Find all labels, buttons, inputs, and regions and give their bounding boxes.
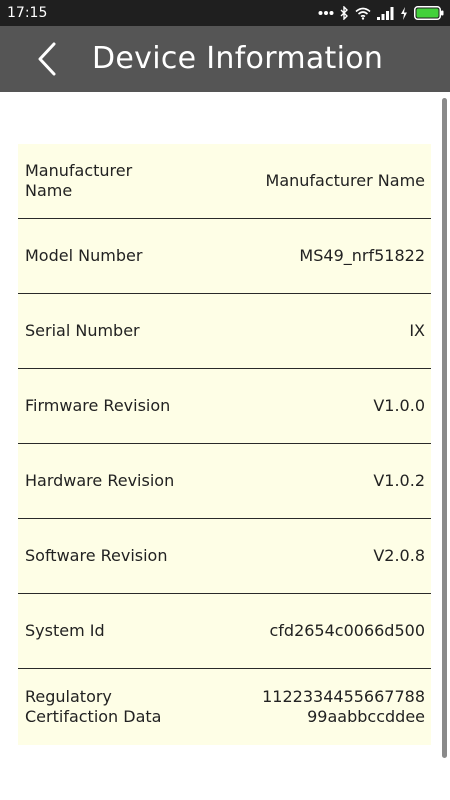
row-value: V1.0.0: [373, 396, 425, 415]
info-row-model-number: Model Number MS49_nrf51822: [18, 219, 431, 294]
signal-icon: [377, 6, 394, 20]
device-info-list: Manufacturer Name Manufacturer Name Mode…: [18, 144, 431, 745]
info-row-software-revision: Software Revision V2.0.8: [18, 519, 431, 594]
chevron-left-icon: [28, 42, 68, 84]
battery-icon: [414, 6, 444, 20]
row-label: System Id: [25, 621, 105, 640]
status-time: 17:15: [7, 5, 48, 21]
row-value: V2.0.8: [373, 546, 425, 565]
row-label: Model Number: [25, 246, 143, 265]
row-label: Software Revision: [25, 546, 168, 565]
more-dots-icon: [318, 10, 334, 16]
row-value: V1.0.2: [373, 471, 425, 490]
row-value: cfd2654c0066d500: [269, 621, 425, 640]
content-area[interactable]: Manufacturer Name Manufacturer Name Mode…: [0, 92, 450, 800]
row-value: MS49_nrf51822: [299, 246, 425, 265]
app-bar: Device Information: [0, 26, 450, 92]
row-label: Firmware Revision: [25, 396, 171, 415]
info-row-firmware-revision: Firmware Revision V1.0.0: [18, 369, 431, 444]
row-label: Regulatory Certifaction Data: [25, 687, 162, 726]
page-title: Device Information: [92, 41, 384, 76]
info-row-hardware-revision: Hardware Revision V1.0.2: [18, 444, 431, 519]
row-label: Hardware Revision: [25, 471, 175, 490]
row-label: Serial Number: [25, 321, 140, 340]
row-value: IX: [409, 321, 425, 340]
row-value: 1122334455667788 99aabbccddee: [262, 687, 425, 726]
info-row-serial-number: Serial Number IX: [18, 294, 431, 369]
scrollbar[interactable]: [442, 98, 447, 758]
wifi-icon: [355, 7, 371, 20]
row-value: Manufacturer Name: [265, 171, 425, 190]
info-row-manufacturer-name: Manufacturer Name Manufacturer Name: [18, 144, 431, 219]
back-button[interactable]: [28, 38, 68, 80]
row-label: Manufacturer Name: [25, 161, 133, 200]
info-row-system-id: System Id cfd2654c0066d500: [18, 594, 431, 669]
status-bar: 17:15: [0, 0, 450, 26]
charging-icon: [400, 6, 408, 20]
bluetooth-icon: [340, 6, 349, 20]
info-row-regulatory-certification-data: Regulatory Certifaction Data 11223344556…: [18, 669, 431, 745]
status-icons: [318, 3, 444, 23]
